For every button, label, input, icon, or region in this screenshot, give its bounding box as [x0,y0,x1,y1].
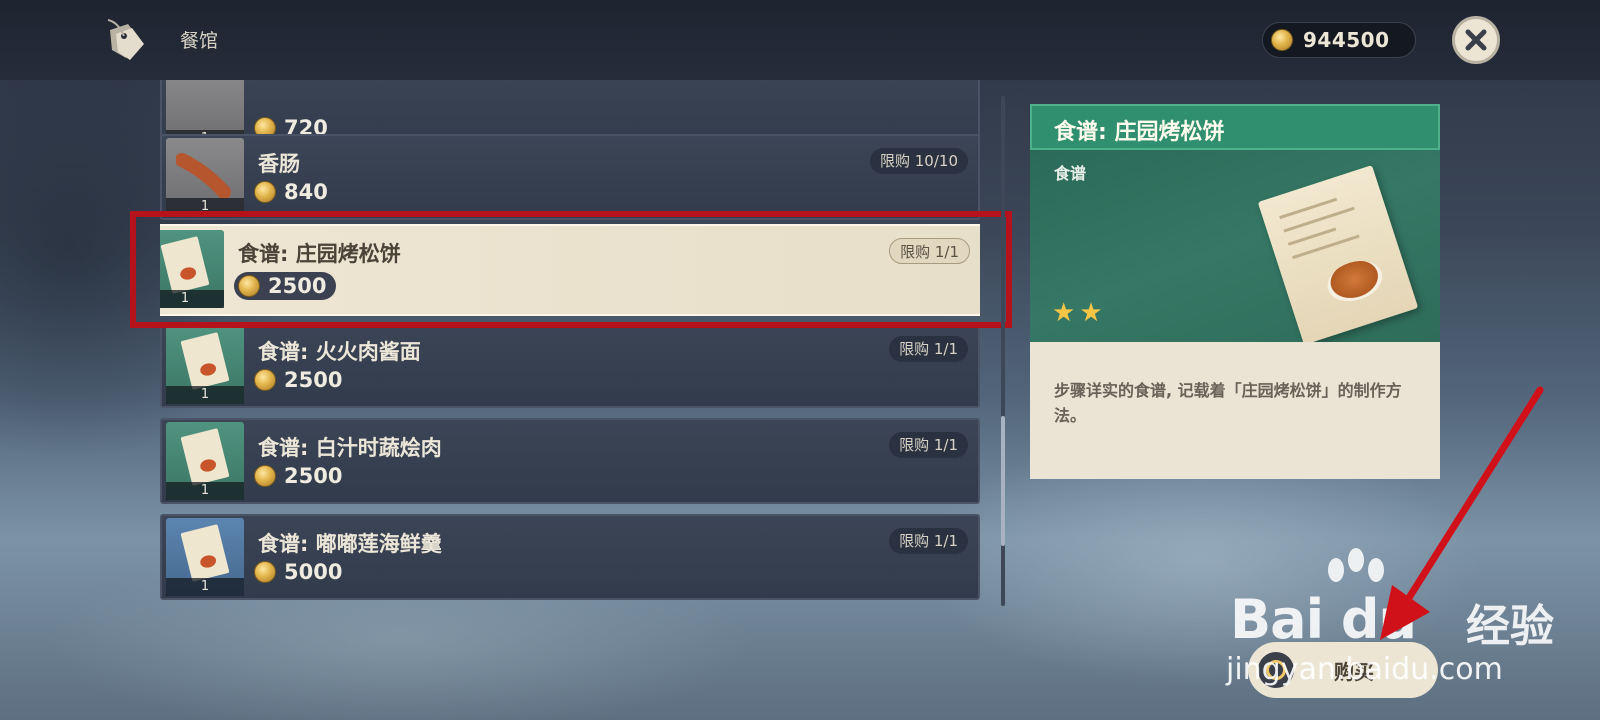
star-icon: ★ [1079,298,1103,328]
item-qty: 1 [160,290,224,308]
purchase-limit-badge: 限购 10/10 [870,148,968,174]
item-qty: 1 [166,578,244,596]
purchase-limit-badge: 限购 1/1 [889,432,968,458]
list-item-selected[interactable]: 1 食谱: 庄园烤松饼 限购 1/1 2500 [160,224,980,316]
watermark-url: jingyan.baidu.com [1226,652,1503,687]
watermark-cn: 经验 [1466,601,1554,652]
item-name: 食谱: 火火肉酱面 [258,340,421,364]
purchase-limit-badge: 限购 1/1 [889,528,968,554]
paw-logo-icon [1328,548,1384,582]
list-item[interactable]: 1 食谱: 白汁时蔬烩肉 限购 1/1 2500 [160,418,980,504]
detail-title: 食谱: 庄园烤松饼 [1054,120,1225,145]
detail-header: 食谱: 庄园烤松饼 [1030,104,1440,150]
item-thumbnail: 1 [166,326,244,404]
item-qty: 1 [166,386,244,404]
item-thumbnail: 1 [160,230,224,308]
recipe-scroll-icon [1257,165,1419,345]
close-button[interactable] [1452,16,1500,64]
shop-title: 餐馆 [180,30,219,52]
coin-icon [254,369,276,391]
item-price: 2500 [254,368,342,392]
coin-icon [238,275,260,297]
item-price: 5000 [254,560,342,584]
top-bar: 餐馆 944500 [0,0,1600,80]
item-thumbnail: 1 [166,518,244,596]
detail-description-box: 步骤详实的食谱, 记载着「庄园烤松饼」的制作方法。 [1030,342,1440,479]
item-name: 食谱: 白汁时蔬烩肉 [258,436,442,460]
item-name: 香肠 [258,152,300,176]
item-qty: 1 [166,482,244,500]
item-qty: 1 [166,198,244,216]
currency-amount: 944500 [1303,28,1390,52]
item-thumbnail: 1 [166,138,244,216]
list-item[interactable]: 1 香肠 限购 10/10 840 [160,134,980,220]
coin-icon [254,465,276,487]
item-price: 2500 [254,464,342,488]
roast-dish-icon [1322,254,1388,308]
item-price: 840 [254,180,328,204]
item-detail-panel: 食谱: 庄园烤松饼 食谱 ★ ★ 步骤详实的食谱, 记载着「庄园烤松饼」的制作方… [1030,104,1440,479]
detail-artwork: 食谱 ★ ★ [1030,150,1440,345]
item-type: 食谱 [1054,164,1087,183]
item-thumbnail: 1 [166,422,244,500]
purchase-limit-badge: 限购 1/1 [889,238,970,264]
item-name: 食谱: 嘟嘟莲海鲜羹 [258,532,442,556]
coin-icon [254,181,276,203]
recipe-icon [180,332,230,390]
rarity-stars: ★ ★ [1052,300,1103,326]
watermark-brand: Bai du [1230,588,1417,651]
recipe-icon [180,428,230,486]
item-name: 食谱: 庄园烤松饼 [238,242,401,266]
detail-description: 步骤详实的食谱, 记载着「庄园烤松饼」的制作方法。 [1054,381,1402,425]
coin-icon [254,561,276,583]
price-tag-icon [107,19,144,60]
purchase-limit-badge: 限购 1/1 [889,336,968,362]
currency-display: 944500 [1262,22,1416,58]
list-item[interactable]: 1 食谱: 嘟嘟莲海鲜羹 限购 1/1 5000 [160,514,980,600]
coin-icon [1271,29,1293,51]
sausage-icon [176,153,231,198]
star-icon: ★ [1052,298,1076,328]
item-list[interactable]: 1 720 1 香肠 限购 10/10 840 1 食谱: 庄园烤松饼 限购 1… [160,80,980,620]
recipe-icon [160,236,210,294]
recipe-icon [180,524,230,582]
list-scrollbar[interactable] [1001,96,1005,606]
scrollbar-thumb[interactable] [1001,416,1005,546]
item-price: 2500 [234,272,337,300]
list-item[interactable]: 1 食谱: 火火肉酱面 限购 1/1 2500 [160,322,980,408]
close-icon [1465,29,1487,51]
